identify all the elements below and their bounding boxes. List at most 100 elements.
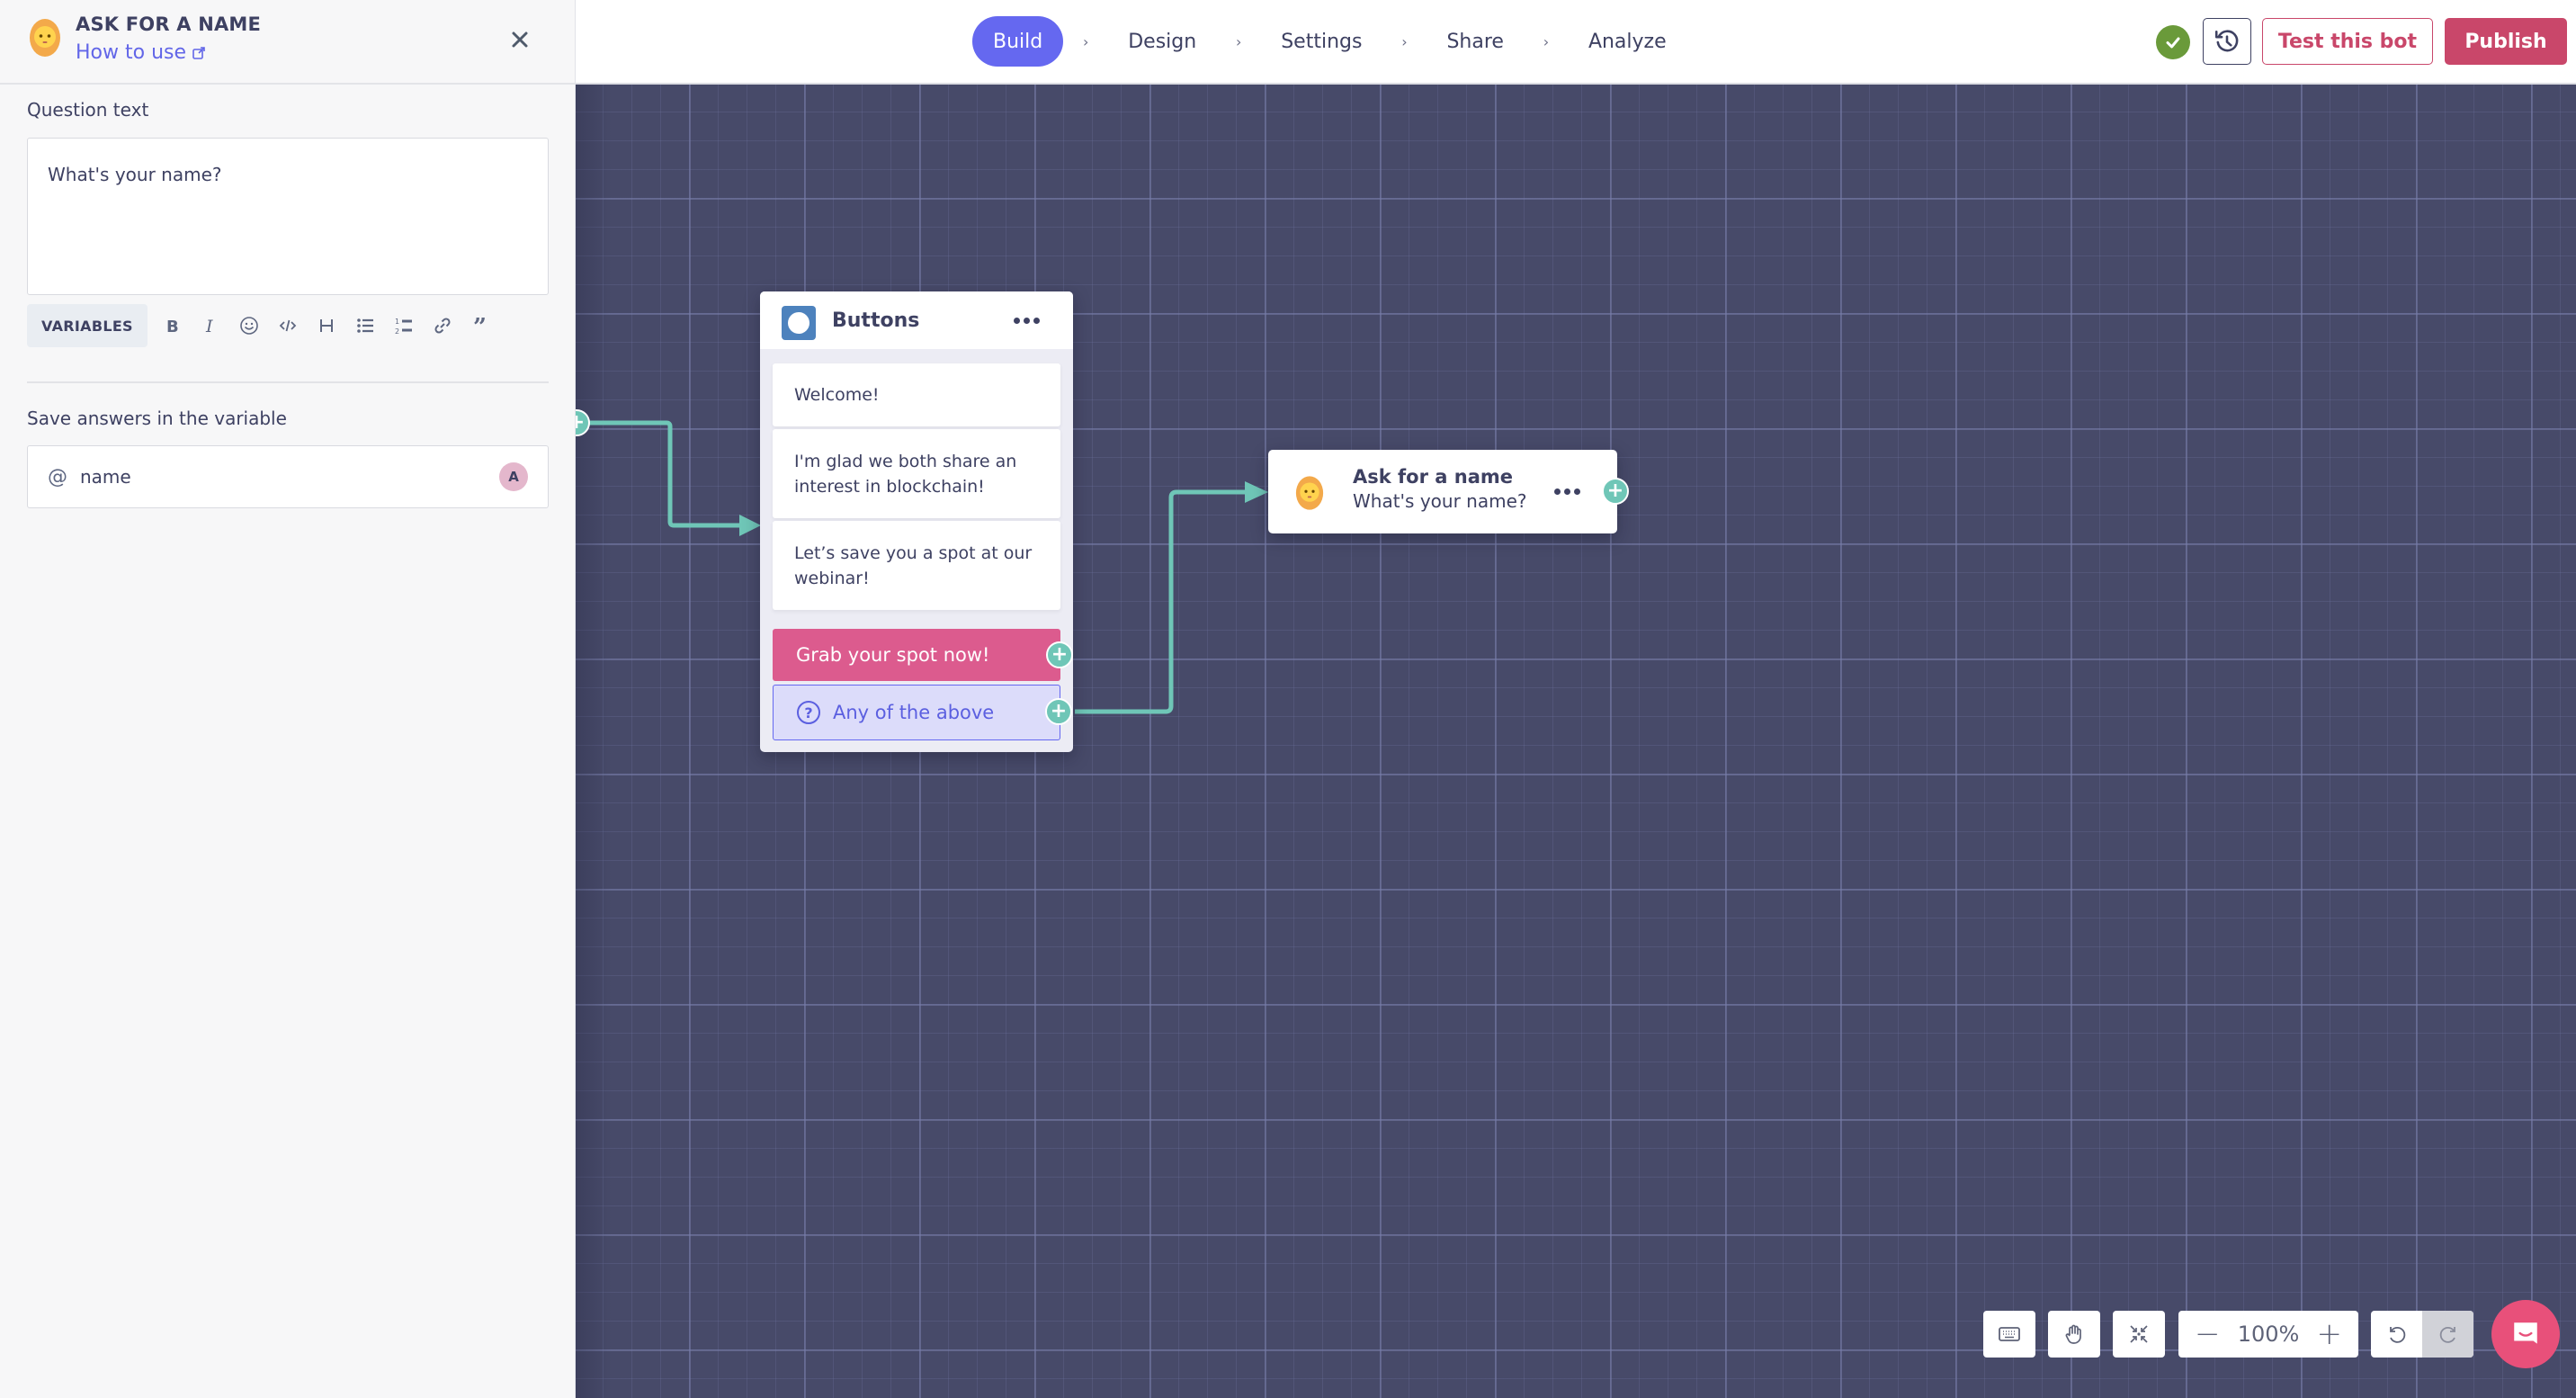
choice-any-of-the-above[interactable]: ? Any of the above: [773, 685, 1060, 740]
bearded-person-icon: [30, 19, 60, 57]
more-options-icon[interactable]: [1554, 488, 1580, 495]
section-divider: [27, 381, 549, 383]
heading-button[interactable]: [308, 304, 346, 347]
add-connection-port[interactable]: +: [1602, 478, 1629, 505]
emoji-button[interactable]: [230, 304, 269, 347]
step-build[interactable]: Build: [972, 16, 1064, 67]
version-history-button[interactable]: [2203, 18, 2251, 65]
chat-bubble-icon: [2514, 1322, 2537, 1344]
how-to-use-label: How to use: [76, 41, 187, 64]
redo-icon: [2439, 1326, 2455, 1343]
more-options-icon[interactable]: [1014, 318, 1040, 324]
block-settings-panel: ASK FOR A NAME How to use Question text …: [0, 0, 576, 1398]
chevron-right-icon: ›: [1543, 32, 1550, 50]
pan-tool-button[interactable]: [2048, 1311, 2100, 1358]
numbered-list-icon: 12: [395, 318, 413, 336]
chevron-right-icon: ›: [1083, 32, 1089, 50]
block-title: Ask for a name: [1353, 466, 1513, 488]
saved-status-indicator: [2156, 25, 2190, 59]
builder-steps-nav: Build › Design › Settings › Share › Anal…: [972, 16, 1686, 67]
bullet-list-icon: [357, 318, 374, 333]
step-settings[interactable]: Settings: [1261, 16, 1382, 67]
chevron-right-icon: ›: [1401, 32, 1408, 50]
svg-text:I: I: [205, 317, 213, 336]
message-bubble[interactable]: I'm glad we both share an interest in bl…: [773, 429, 1060, 518]
chevron-right-icon: ›: [1236, 32, 1242, 50]
add-connection-port[interactable]: +: [1046, 641, 1073, 668]
zoom-level: 100%: [2237, 1322, 2300, 1347]
message-bubble[interactable]: Let’s save you a spot at our webinar!: [773, 521, 1060, 610]
italic-icon: I: [205, 317, 213, 336]
variables-button[interactable]: VARIABLES: [27, 304, 148, 347]
zoom-out-button[interactable]: −: [2195, 1319, 2221, 1349]
panel-title: ASK FOR A NAME: [76, 13, 262, 35]
variable-select[interactable]: @ name A: [27, 445, 549, 508]
undo-redo-group: [2371, 1311, 2473, 1358]
keyboard-shortcuts-button[interactable]: [1983, 1311, 2035, 1358]
zoom-in-button[interactable]: +: [2317, 1319, 2343, 1349]
buttons-block[interactable]: Buttons Welcome! I'm glad we both share …: [760, 291, 1073, 752]
bold-icon: B: [166, 318, 179, 336]
undo-button[interactable]: [2371, 1311, 2422, 1358]
link-icon: [434, 318, 451, 334]
variable-type-badge: A: [499, 462, 528, 491]
how-to-use-link[interactable]: How to use: [76, 41, 206, 64]
step-share[interactable]: Share: [1427, 16, 1524, 67]
arrowhead-icon: [1245, 481, 1268, 503]
choice-label: Grab your spot now!: [796, 644, 990, 666]
top-bar: Build › Design › Settings › Share › Anal…: [576, 0, 2576, 85]
close-icon: [512, 31, 528, 48]
ask-for-name-block[interactable]: Ask for a name What's your name? +: [1268, 450, 1629, 533]
save-variable-label: Save answers in the variable: [27, 408, 287, 429]
choice-label: Any of the above: [833, 702, 995, 723]
svg-text:B: B: [166, 318, 179, 336]
question-mark-icon: ?: [797, 701, 820, 724]
flow-canvas[interactable]: + Buttons Welcome! I'm glad we both shar…: [576, 85, 2576, 1398]
question-text-input[interactable]: What's your name?: [27, 138, 549, 295]
collapse-arrows-icon: [2130, 1325, 2148, 1343]
step-analyze[interactable]: Analyze: [1569, 16, 1686, 67]
bullet-list-button[interactable]: [346, 304, 385, 347]
quote-icon: ”: [473, 316, 487, 336]
variable-name: name: [80, 466, 131, 488]
bold-button[interactable]: B: [153, 304, 192, 347]
check-icon: [2166, 37, 2180, 49]
block-header: Buttons: [760, 291, 1073, 349]
zoom-control: − 100% +: [2178, 1311, 2358, 1358]
svg-text:2: 2: [395, 327, 399, 336]
connector-incoming: [576, 420, 747, 528]
numbered-list-button[interactable]: 12: [385, 304, 424, 347]
support-chat-button[interactable]: [2491, 1300, 2560, 1368]
external-link-icon: [192, 46, 205, 59]
code-icon: [280, 319, 297, 332]
test-bot-button[interactable]: Test this bot: [2262, 18, 2433, 65]
choice-button-grab-spot[interactable]: Grab your spot now!: [773, 629, 1060, 681]
arrowhead-icon: [739, 515, 761, 536]
undo-icon: [2389, 1326, 2405, 1343]
hand-icon: [2065, 1324, 2081, 1344]
link-button[interactable]: [424, 304, 462, 347]
block-subtitle: What's your name?: [1353, 490, 1527, 512]
keyboard-icon: [1999, 1327, 2020, 1341]
fit-to-screen-button[interactable]: [2113, 1311, 2165, 1358]
quote-button[interactable]: ”: [462, 304, 501, 347]
step-design[interactable]: Design: [1108, 16, 1216, 67]
close-panel-button[interactable]: [505, 25, 534, 54]
italic-button[interactable]: I: [192, 304, 230, 347]
block-title: Buttons: [832, 309, 920, 332]
heading-icon: [320, 319, 334, 332]
history-icon: [2214, 30, 2239, 52]
add-connection-port[interactable]: +: [1045, 698, 1072, 725]
message-bubble[interactable]: Welcome!: [773, 363, 1060, 426]
formatting-toolbar: VARIABLES B I 12 ”: [27, 304, 501, 347]
bearded-person-icon: [1295, 476, 1324, 510]
buttons-block-icon: [782, 306, 816, 340]
emoji-icon: [240, 317, 259, 335]
question-text-label: Question text: [27, 99, 149, 121]
panel-header: ASK FOR A NAME How to use: [0, 0, 575, 85]
code-button[interactable]: [269, 304, 308, 347]
redo-button[interactable]: [2422, 1311, 2473, 1358]
connector-fallback-to-ask: [1075, 489, 1250, 714]
svg-text:”: ”: [473, 316, 487, 336]
publish-button[interactable]: Publish: [2445, 18, 2567, 65]
